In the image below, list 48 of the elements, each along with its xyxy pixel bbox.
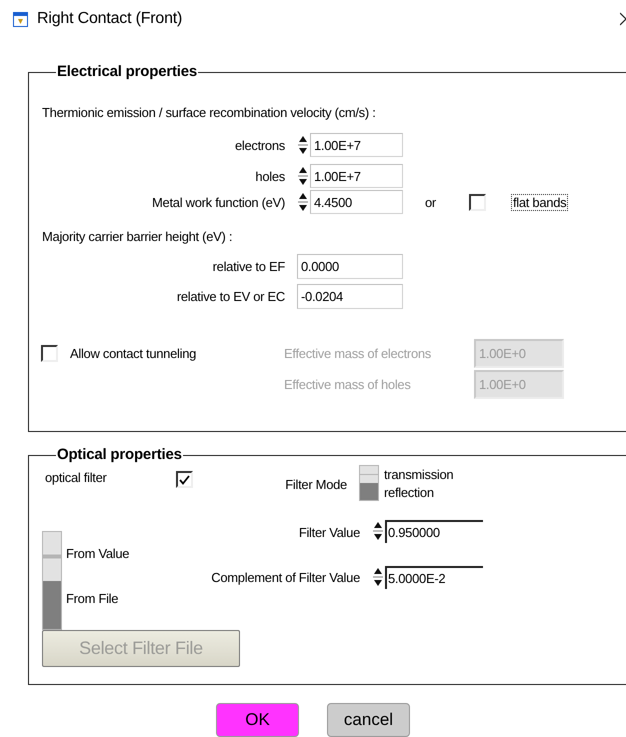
- field-label: Metal work function (eV): [151, 194, 285, 210]
- checkbox[interactable]: [468, 194, 486, 210]
- checkbox[interactable]: [41, 345, 58, 362]
- number-input[interactable]: 1.00E+7: [310, 164, 403, 188]
- number-input[interactable]: 0.0000: [297, 254, 403, 279]
- field-label: Effective mass of holes: [284, 377, 412, 392]
- group-title: Electrical properties: [56, 62, 198, 82]
- spinner-arrows-icon[interactable]: [297, 165, 309, 187]
- section-heading: Majority carrier barrier height (eV) :: [42, 228, 234, 246]
- app-icon: [13, 12, 28, 26]
- option-label[interactable]: From File: [66, 590, 130, 607]
- field-label: relative to EV or EC: [176, 289, 285, 304]
- field-label: Effective mass of electrons: [284, 346, 432, 361]
- toggle-switch[interactable]: [42, 531, 62, 630]
- number-input[interactable]: 0.950000: [385, 520, 483, 543]
- switch-track-segment[interactable]: [360, 483, 378, 500]
- spinner-arrows-icon[interactable]: [297, 191, 309, 213]
- number-input[interactable]: -0.0204: [297, 284, 403, 309]
- checkbox[interactable]: [176, 471, 193, 488]
- checkbox-label[interactable]: Allow contact tunneling: [70, 346, 284, 361]
- group-title: Optical properties: [56, 445, 183, 465]
- toggle-switch[interactable]: [359, 465, 379, 501]
- number-input[interactable]: 4.4500: [310, 190, 403, 214]
- checkbox-label[interactable]: optical filter: [42, 470, 176, 485]
- spinner-arrows-icon[interactable]: [297, 134, 309, 156]
- field-label: relative to EF: [212, 259, 285, 274]
- ok-button[interactable]: OK: [216, 703, 299, 737]
- field-label: Complement of Filter Value: [210, 569, 360, 587]
- close-icon[interactable]: [620, 12, 626, 26]
- switch-thumb[interactable]: [360, 466, 378, 483]
- window-title: Right Contact (Front): [37, 10, 182, 28]
- cancel-button[interactable]: cancel: [327, 703, 410, 737]
- checkbox-label[interactable]: flat bands: [510, 194, 568, 210]
- option-label[interactable]: reflection: [384, 484, 454, 500]
- field-label: Filter Value: [298, 524, 360, 542]
- spinner-arrows-icon[interactable]: [372, 566, 384, 588]
- checkmark-icon: [179, 474, 190, 484]
- switch-thumb[interactable]: [43, 532, 61, 580]
- field-label: Filter Mode: [284, 477, 347, 492]
- spinner-arrows-icon[interactable]: [372, 520, 384, 542]
- field-label: holes: [254, 168, 285, 184]
- option-label[interactable]: transmission: [384, 466, 454, 482]
- field-label: electrons: [234, 138, 285, 152]
- number-input[interactable]: 5.0000E-2: [385, 566, 483, 589]
- or-text: or: [425, 194, 436, 210]
- option-label[interactable]: From Value: [66, 545, 130, 562]
- section-heading: Thermionic emission / surface recombination velocity (cm/s) :: [42, 104, 377, 122]
- number-input[interactable]: 1.00E+7: [310, 133, 403, 157]
